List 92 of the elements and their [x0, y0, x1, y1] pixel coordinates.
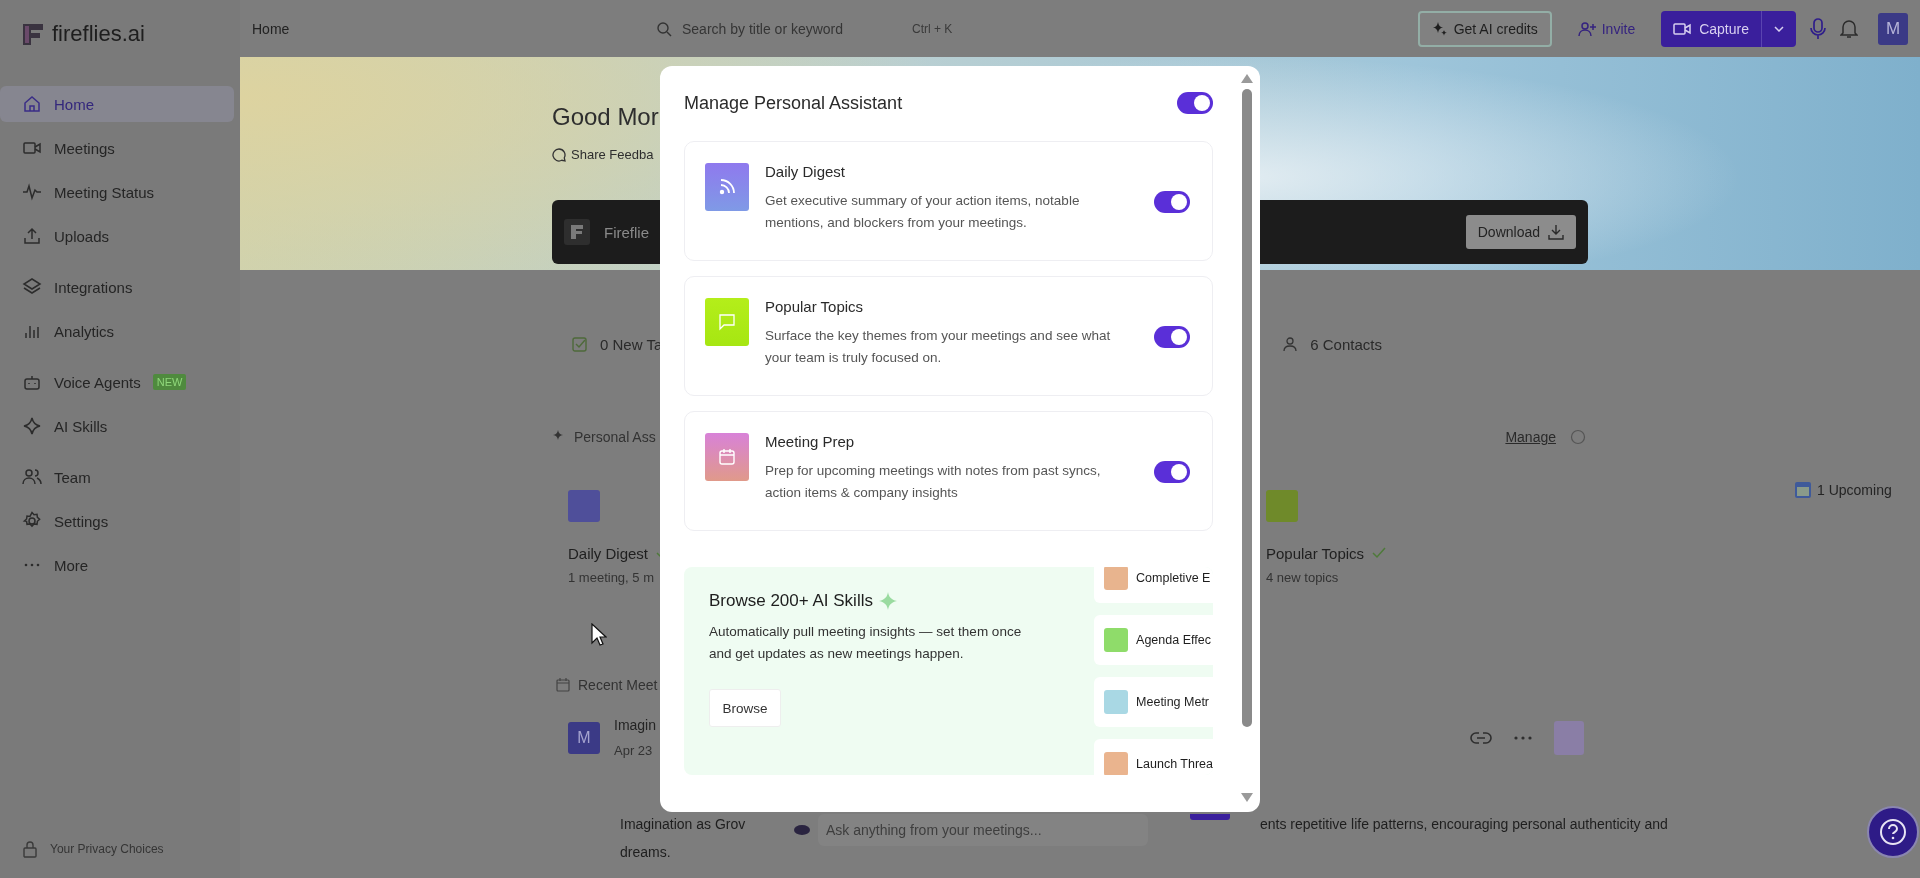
section-title: Personal Ass — [574, 429, 656, 445]
feature-title: Meeting Prep — [765, 433, 856, 450]
meeting-avatar: M — [568, 721, 600, 754]
calendar-icon — [705, 433, 749, 481]
feature-description: Prep for upcoming meetings with notes from past syncs, action items & company insights — [765, 462, 1102, 502]
section-title: Recent Meet — [578, 677, 658, 693]
summary-text: Imagination as Grov — [620, 816, 747, 832]
person-icon — [1282, 336, 1299, 352]
new-badge: NEW — [152, 374, 187, 390]
skill-tile[interactable]: Agenda Effec — [1094, 615, 1213, 665]
master-toggle[interactable] — [1177, 92, 1213, 114]
link-icon[interactable] — [1470, 731, 1492, 744]
feature-title: Popular Topics — [765, 298, 865, 315]
card-subtitle: 1 meeting, 5 m — [568, 570, 654, 585]
sidebar-item[interactable]: AI Skills — [0, 408, 234, 444]
card-subtitle: 4 new topics — [1266, 570, 1339, 585]
summary-text: dreams. — [620, 844, 672, 860]
chat-bubble-icon — [552, 147, 566, 162]
stat-item[interactable]: 6 Contacts — [1262, 335, 1382, 353]
download-button[interactable]: Download — [1465, 215, 1576, 249]
feature-toggle[interactable] — [1154, 461, 1190, 483]
meeting-title[interactable]: Imagin — [614, 717, 657, 733]
skill-tile[interactable]: Completive E — [1094, 567, 1213, 603]
sparkle-icon — [22, 416, 42, 436]
feedback-link[interactable]: Share Feedba — [552, 147, 654, 162]
home-icon — [22, 94, 42, 114]
download-icon — [1548, 224, 1564, 240]
ask-field[interactable]: Ask anything from your meetings... — [818, 814, 1148, 846]
bot-thumbnail — [1554, 720, 1584, 755]
caret-icon — [1774, 25, 1784, 32]
microphone-icon[interactable] — [1810, 17, 1826, 40]
scroll-up-icon[interactable] — [1241, 74, 1253, 83]
skill-tile[interactable]: Meeting Metr — [1094, 677, 1213, 727]
feature-toggle[interactable] — [1154, 191, 1190, 213]
browse-button[interactable]: Browse — [709, 689, 781, 727]
feature-description: Get executive summary of your action items, notable mentions, and blockers from your meetings. — [765, 192, 1081, 232]
layers-icon — [22, 277, 42, 297]
page-title: Home — [252, 20, 291, 37]
sidebar-item[interactable]: Settings — [0, 503, 234, 539]
logo-text: fireflies.ai — [52, 21, 145, 47]
sidebar-item[interactable]: Team — [0, 459, 234, 495]
get-credits-button[interactable]: Get AI credits — [1417, 10, 1552, 47]
bell-icon[interactable] — [1840, 18, 1858, 39]
info-icon — [1570, 429, 1586, 445]
upcoming-badge[interactable]: 1 Upcoming — [1795, 482, 1892, 498]
sidebar-item[interactable]: Voice Agents NEW — [0, 364, 234, 400]
dots-icon — [24, 563, 40, 567]
capture-button[interactable]: Capture — [1661, 10, 1796, 47]
feature-description: Surface the key themes from your meetings and see what your team is truly focused on. — [765, 327, 1112, 367]
more-icon[interactable] — [1514, 735, 1532, 740]
sidebar-item[interactable]: Meetings — [0, 130, 234, 166]
banner-title: Fireflie — [604, 223, 649, 241]
dialog-title: Manage Personal Assistant — [684, 92, 903, 114]
meeting-date: Apr 23 — [614, 743, 654, 758]
panel-title: Browse 200+ AI Skills — [709, 591, 873, 611]
sidebar-item[interactable]: Integrations — [0, 269, 234, 305]
card-title: Popular Topics — [1266, 544, 1365, 562]
scroll-down-icon[interactable] — [1241, 793, 1253, 802]
scrollbar-thumb[interactable] — [1242, 89, 1252, 727]
app-logo-icon — [564, 219, 590, 245]
feature-title: Daily Digest — [765, 163, 847, 180]
calendar-icon — [1795, 482, 1811, 498]
greeting: Good Mor — [552, 103, 659, 131]
sidebar-item[interactable]: Uploads — [0, 218, 234, 254]
search-field[interactable]: Search by title or keyword Ctrl + K — [656, 19, 976, 38]
team-icon — [22, 467, 42, 487]
checkbox-icon — [572, 336, 588, 352]
help-icon[interactable] — [1867, 806, 1919, 858]
shortcut-hint: Ctrl + K — [912, 21, 953, 36]
feature-toggle[interactable] — [1154, 326, 1190, 348]
skill-tile[interactable]: Launch Threa — [1094, 739, 1213, 775]
sidebar-item[interactable]: Meeting Status — [0, 174, 234, 210]
calendar-icon — [556, 678, 570, 692]
invite-button[interactable]: Invite — [1565, 10, 1648, 47]
card-title: Daily Digest — [568, 544, 649, 562]
add-user-icon — [1577, 20, 1596, 37]
upload-icon — [22, 226, 42, 246]
summary-text: ents repetitive life patterns, encouraging personal authenticity and — [1260, 816, 1668, 832]
logo-icon — [22, 22, 44, 46]
privacy-link[interactable]: Your Privacy Choices — [0, 840, 240, 858]
sidebar-item[interactable]: Home — [0, 86, 234, 122]
lock-icon — [22, 840, 38, 858]
pulse-icon — [22, 182, 42, 202]
panel-description: Automatically pull meeting insights — set them once and get updates as new meetings happen. — [709, 623, 1023, 663]
sidebar-item[interactable]: More — [0, 547, 234, 583]
search-icon — [656, 20, 672, 37]
manage-link[interactable]: Manage — [1505, 429, 1556, 445]
sidebar-item[interactable]: Analytics — [0, 313, 234, 349]
video-camera-icon — [1673, 21, 1692, 36]
sparkle-icon — [878, 592, 897, 610]
user-avatar[interactable]: M — [1878, 12, 1908, 45]
mouse-pointer-icon — [591, 623, 607, 647]
